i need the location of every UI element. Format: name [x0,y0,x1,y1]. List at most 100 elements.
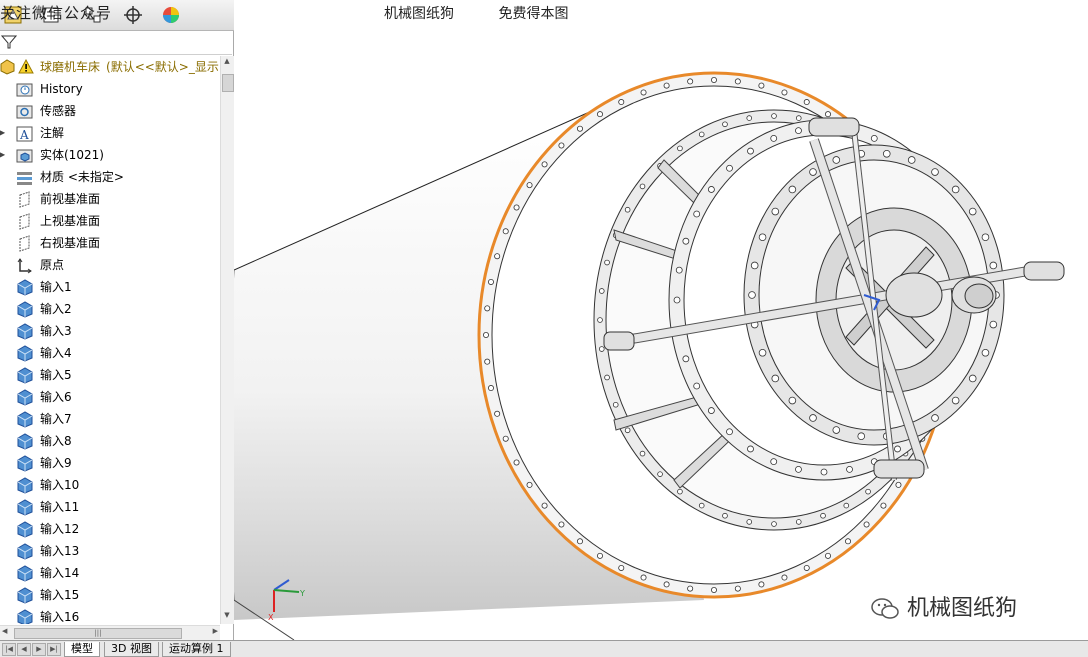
tree-item-imported-body[interactable]: 输入13 [0,540,220,562]
tree-item-material[interactable]: 材质 <未指定> [0,166,220,188]
tree-item-imported-body[interactable]: 输入3 [0,320,220,342]
imported-body-icon [17,323,33,340]
tree-item-label: 输入12 [40,522,80,536]
tree-item-imported-body[interactable]: 输入6 [0,386,220,408]
imported-body-icon [17,609,33,624]
tree-item-imported-body[interactable]: 输入5 [0,364,220,386]
tree-item-label: 材质 <未指定> [40,170,124,184]
scroll-up-icon[interactable]: ▲ [222,57,232,69]
filter-row[interactable] [0,31,232,55]
tree-item-annotations[interactable]: ▶ A 注解 [0,122,220,144]
annotation-icon: A [16,126,33,142]
filter-icon [1,35,17,49]
svg-text:A: A [19,128,29,142]
imported-body-icon [17,521,33,538]
tree-item-label: 输入16 [40,610,80,624]
tree-item-imported-body[interactable]: 输入11 [0,496,220,518]
origin-icon [17,258,32,274]
tree-item-imported-body[interactable]: 输入15 [0,584,220,606]
tree-item-sensors[interactable]: 传感器 [0,100,220,122]
plane-icon [19,235,30,252]
imported-body-icon [17,301,33,318]
imported-body-icon [17,543,33,560]
feature-manager-panel: 关注微信公众号 球磨机车床 (默认<<默认>_显示 History 传感器 ▶ … [0,0,234,656]
imported-body-icon [17,499,33,516]
tree-item-solid-bodies[interactable]: ▶ 实体(1021) [0,144,220,166]
graphics-viewport[interactable]: 机械图纸狗 免费得本图 X Y [234,0,1088,640]
tree-item-label: 输入4 [40,346,72,360]
tree-item-label: 原点 [40,258,65,272]
display-manager-tab[interactable] [160,4,182,26]
dimxpert-tab[interactable] [122,4,144,26]
tree-item-label: 输入7 [40,412,72,426]
feature-tree: 球磨机车床 (默认<<默认>_显示 History 传感器 ▶ A 注解 ▶ 实… [0,56,220,624]
panel-tab-bar: 关注微信公众号 [0,0,234,31]
tree-item-label: 前视基准面 [40,192,101,206]
tree-item-imported-body[interactable]: 输入10 [0,474,220,496]
tree-item-label: 输入1 [40,280,72,294]
expand-arrow-icon[interactable]: ▶ [0,122,7,144]
imported-body-icon [17,411,33,428]
cad-model[interactable]: X Y [234,0,1088,640]
tree-item-label: 输入5 [40,368,72,382]
tree-root-item[interactable]: 球磨机车床 (默认<<默认>_显示 [0,56,220,78]
tree-item-imported-body[interactable]: 输入4 [0,342,220,364]
material-icon [17,172,32,185]
prev-tab-icon[interactable]: ◀ [17,643,31,656]
tree-item-imported-body[interactable]: 输入7 [0,408,220,430]
next-tab-icon[interactable]: ▶ [32,643,46,656]
tree-item-label: 输入2 [40,302,72,316]
tree-item-label: 输入3 [40,324,72,338]
last-tab-icon[interactable]: ▶| [47,643,61,656]
tree-item-label: 输入9 [40,456,72,470]
tree-item-label: 输入13 [40,544,80,558]
scroll-right-icon[interactable]: ▶ [213,627,218,635]
crosshair-icon [124,6,142,24]
plane-icon [19,191,30,208]
first-tab-icon[interactable]: |◀ [2,643,16,656]
tree-item-imported-body[interactable]: 输入12 [0,518,220,540]
scroll-down-icon[interactable]: ▼ [222,611,232,623]
tree-vertical-scrollbar[interactable]: ▲ ▼ [220,56,234,624]
scroll-left-icon[interactable]: ◀ [2,627,7,635]
tree-item-imported-body[interactable]: 输入1 [0,276,220,298]
tree-item-imported-body[interactable]: 输入8 [0,430,220,452]
watermark-text: 机械图纸狗 [907,596,1018,621]
tree-item-label: 输入6 [40,390,72,404]
tree-item-imported-body[interactable]: 输入9 [0,452,220,474]
tab-motion-study[interactable]: 运动算例 1 [162,642,231,657]
triad-x-label: X [268,613,274,622]
history-folder-icon [16,83,33,97]
imported-body-icon [17,477,33,494]
tab-model[interactable]: 模型 [64,642,100,657]
imported-body-icon [17,455,33,472]
imported-body-icon [17,389,33,406]
tree-item-label: 输入8 [40,434,72,448]
tree-item-label: 实体(1021) [40,148,104,162]
top-overlay-text: 关注微信公众号 [0,4,113,22]
imported-body-icon [17,367,33,384]
tree-item-label: 输入10 [40,478,80,492]
tree-item-label: 注解 [40,126,65,140]
tree-horizontal-scrollbar[interactable]: ◀ ||| ▶ [0,625,220,640]
solid-bodies-folder-icon [16,149,33,163]
bottom-tab-bar: |◀ ◀ ▶ ▶| 模型 3D 视图 运动算例 1 [0,640,1088,657]
tree-item-imported-body[interactable]: 输入16 [0,606,220,624]
color-wheel-icon [163,7,179,23]
scroll-thumb[interactable] [222,74,234,92]
tree-item-label: History [40,82,83,96]
imported-body-icon [17,565,33,582]
tree-item-top-plane[interactable]: 上视基准面 [0,210,220,232]
tree-item-imported-body[interactable]: 输入2 [0,298,220,320]
imported-body-icon [17,433,33,450]
tree-item-imported-body[interactable]: 输入14 [0,562,220,584]
root-label: 球磨机车床 (默认<<默认>_显示 [40,60,219,74]
tree-item-front-plane[interactable]: 前视基准面 [0,188,220,210]
scroll-thumb[interactable]: ||| [14,628,182,639]
tree-item-origin[interactable]: 原点 [0,254,220,276]
tab-3d-view[interactable]: 3D 视图 [104,642,159,657]
tree-item-history[interactable]: History [0,78,220,100]
wechat-icon [871,598,899,619]
expand-arrow-icon[interactable]: ▶ [0,144,7,166]
tree-item-right-plane[interactable]: 右视基准面 [0,232,220,254]
